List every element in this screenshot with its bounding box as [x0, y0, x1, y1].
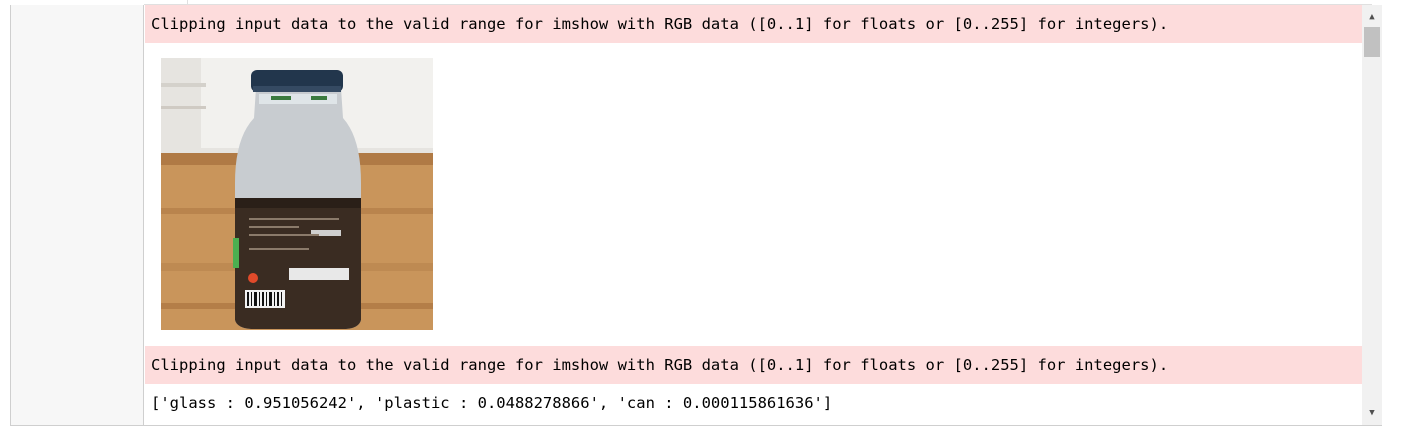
output-prompt-gutter	[11, 5, 144, 425]
plotted-image	[161, 58, 433, 330]
triangle-down-icon[interactable]: ▼	[1362, 404, 1382, 422]
cell-output-area[interactable]: Clipping input data to the valid range f…	[145, 5, 1362, 425]
scrollbar-thumb[interactable]	[1364, 27, 1380, 57]
triangle-up-icon[interactable]: ▲	[1362, 8, 1382, 26]
bottle-photo	[161, 58, 433, 330]
prediction-output: ['glass : 0.951056242', 'plastic : 0.048…	[151, 394, 833, 412]
notebook-cell: Clipping input data to the valid range f…	[10, 0, 1382, 426]
stderr-warning: Clipping input data to the valid range f…	[145, 5, 1362, 43]
stderr-warning: Clipping input data to the valid range f…	[145, 346, 1362, 384]
vertical-scrollbar[interactable]: ▲ ▼	[1362, 5, 1382, 425]
